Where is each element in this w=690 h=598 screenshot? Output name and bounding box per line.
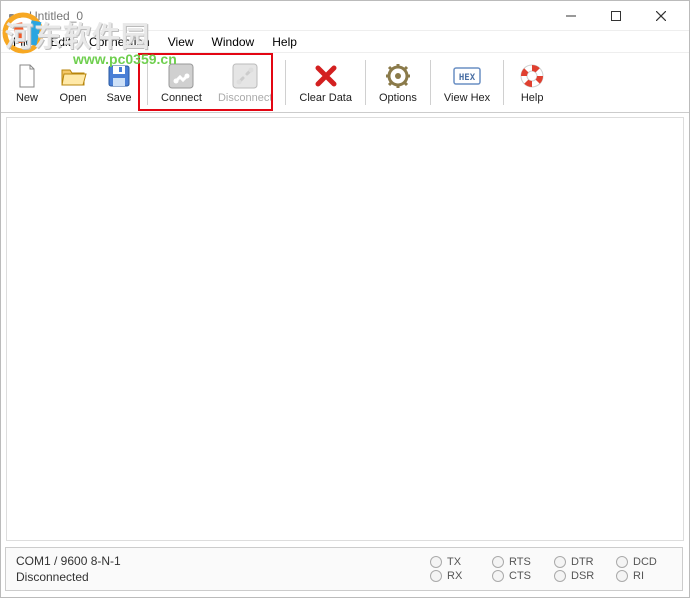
content-area[interactable] <box>6 117 684 541</box>
open-folder-icon <box>58 61 88 91</box>
led-icon <box>616 556 628 568</box>
save-button[interactable]: Save <box>97 56 141 109</box>
menu-edit[interactable]: Edit <box>42 33 79 51</box>
led-icon <box>492 556 504 568</box>
maximize-button[interactable] <box>593 2 638 30</box>
menu-connection[interactable]: Connection <box>81 33 158 51</box>
save-label: Save <box>106 92 131 104</box>
open-label: Open <box>60 92 87 104</box>
toolbar-separator <box>503 60 504 105</box>
hex-icon: HEX <box>452 61 482 91</box>
options-button[interactable]: Options <box>372 56 424 109</box>
connect-button[interactable]: Connect <box>154 56 209 109</box>
clear-data-button[interactable]: Clear Data <box>292 56 359 109</box>
led-icon <box>430 556 442 568</box>
status-connection-state: Disconnected <box>16 570 430 584</box>
menu-view[interactable]: View <box>160 33 202 51</box>
led-icon <box>554 556 566 568</box>
toolbar-separator <box>147 60 148 105</box>
status-indicators: TX RTS DTR DCD RX CTS DSR RI <box>430 556 672 582</box>
indicator-cts: CTS <box>492 570 548 582</box>
app-icon <box>7 8 23 24</box>
menu-file[interactable]: File <box>5 33 40 51</box>
statusbar: COM1 / 9600 8-N-1 Disconnected TX RTS DT… <box>5 547 683 591</box>
indicator-rx: RX <box>430 570 486 582</box>
indicator-rts: RTS <box>492 556 548 568</box>
menu-window[interactable]: Window <box>204 33 263 51</box>
new-label: New <box>16 92 38 104</box>
indicator-dtr: DTR <box>554 556 610 568</box>
connect-plug-icon <box>166 61 196 91</box>
close-button[interactable] <box>638 2 683 30</box>
menu-help[interactable]: Help <box>264 33 305 51</box>
disconnect-button[interactable]: Disconnect <box>211 56 279 109</box>
clear-data-label: Clear Data <box>299 92 352 104</box>
save-disk-icon <box>104 61 134 91</box>
status-port: COM1 / 9600 8-N-1 <box>16 554 430 568</box>
clear-x-icon <box>311 61 341 91</box>
gear-icon <box>383 61 413 91</box>
disconnect-label: Disconnect <box>218 92 272 104</box>
indicator-dsr: DSR <box>554 570 610 582</box>
new-file-icon <box>12 61 42 91</box>
led-icon <box>616 570 628 582</box>
view-hex-button[interactable]: HEX View Hex <box>437 56 497 109</box>
indicator-dcd: DCD <box>616 556 672 568</box>
svg-text:HEX: HEX <box>459 73 476 83</box>
options-label: Options <box>379 92 417 104</box>
toolbar-separator <box>285 60 286 105</box>
help-button[interactable]: Help <box>510 56 554 109</box>
indicator-tx: TX <box>430 556 486 568</box>
view-hex-label: View Hex <box>444 92 490 104</box>
toolbar: New Open Save Connect Disconnect Clear D… <box>1 53 689 113</box>
toolbar-separator <box>365 60 366 105</box>
menubar: File Edit Connection View Window Help <box>1 31 689 53</box>
indicator-ri: RI <box>616 570 672 582</box>
open-button[interactable]: Open <box>51 56 95 109</box>
titlebar: Untitled_0 <box>1 1 689 31</box>
disconnect-plug-icon <box>230 61 260 91</box>
help-lifesaver-icon <box>517 61 547 91</box>
window-title: Untitled_0 <box>29 9 548 23</box>
led-icon <box>492 570 504 582</box>
help-label: Help <box>521 92 544 104</box>
connect-label: Connect <box>161 92 202 104</box>
toolbar-separator <box>430 60 431 105</box>
new-button[interactable]: New <box>5 56 49 109</box>
led-icon <box>554 570 566 582</box>
led-icon <box>430 570 442 582</box>
minimize-button[interactable] <box>548 2 593 30</box>
